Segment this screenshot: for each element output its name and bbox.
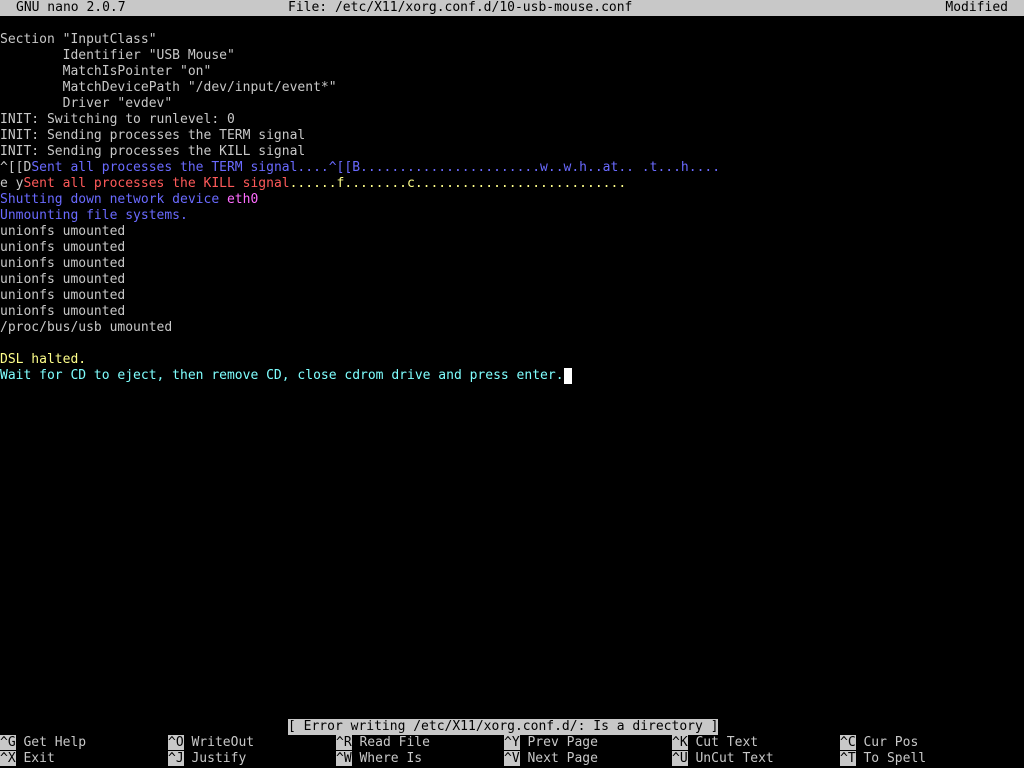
shortcut-key: ^K	[672, 735, 688, 750]
text-line: INIT: Sending processes the TERM signal	[0, 128, 306, 143]
unmount-message: Unmounting file systems.	[0, 208, 188, 223]
eject-prompt-line: Wait for CD to eject, then remove CD, cl…	[0, 368, 572, 384]
shortcut-next-page[interactable]: ^V Next Page	[504, 751, 598, 767]
escape-sequence: ^[[D	[0, 160, 32, 175]
text-line: Section "InputClass"	[0, 32, 157, 47]
unmount-line: unionfs umounted	[0, 224, 126, 239]
network-shutdown-line: Shutting down network device eth0	[0, 192, 258, 208]
shortcut-label: Prev Page	[527, 735, 598, 750]
shortcut-label: Exit	[23, 751, 55, 766]
shortcut-label: WriteOut	[191, 735, 255, 750]
text-line: MatchIsPointer "on"	[0, 64, 212, 79]
text-cursor	[563, 368, 572, 384]
shortcut-key: ^V	[504, 751, 520, 766]
term-signal-message: Sent all processes the TERM signal	[31, 160, 298, 175]
garbled-prefix: e y	[0, 176, 24, 191]
shortcut-writeout[interactable]: ^O WriteOut	[168, 735, 254, 751]
shortcut-to-spell[interactable]: ^T To Spell	[840, 751, 926, 767]
term-signal-line: ^[[DSent all processes the TERM signal..…	[0, 160, 720, 176]
shortcut-label: To Spell	[863, 751, 927, 766]
shortcut-label: Cut Text	[695, 735, 759, 750]
unmount-line: unionfs umounted	[0, 304, 126, 319]
halted-message: DSL halted.	[0, 352, 87, 367]
shortcut-label: Next Page	[527, 751, 598, 766]
shortcut-key: ^U	[672, 751, 688, 766]
status-message: [ Error writing /etc/X11/xorg.conf.d/: I…	[288, 719, 719, 735]
shortcut-justify[interactable]: ^J Justify	[168, 751, 246, 767]
shortcut-label: Justify	[191, 751, 247, 766]
unmount-line: /proc/bus/usb umounted	[0, 320, 173, 335]
text-line: INIT: Sending processes the KILL signal	[0, 144, 306, 159]
shortcut-key: ^Y	[504, 735, 520, 750]
text-line: INIT: Switching to runlevel: 0	[0, 112, 235, 127]
shortcut-key: ^R	[336, 735, 352, 750]
shortcut-label: Cur Pos	[863, 735, 919, 750]
shortcut-key: ^O	[168, 735, 184, 750]
shortcut-key: ^J	[168, 751, 184, 766]
unmount-line: unionfs umounted	[0, 256, 126, 271]
shortcut-label: Where Is	[359, 751, 423, 766]
kill-signal-line: e ySent all processes the KILL signal...…	[0, 176, 626, 192]
app-version: GNU nano 2.0.7	[16, 0, 126, 15]
shortcut-key: ^G	[0, 735, 16, 750]
shortcut-key: ^X	[0, 751, 16, 766]
shortcut-key: ^C	[840, 735, 856, 750]
file-name: File: /etc/X11/xorg.conf.d/10-usb-mouse.…	[288, 0, 633, 15]
modified-indicator: Modified	[945, 0, 1008, 15]
garbled-text: ......f........c........................…	[289, 176, 627, 191]
shortcut-label: Read File	[359, 735, 430, 750]
text-line: MatchDevicePath "/dev/input/event*"	[0, 80, 337, 95]
kill-signal-message: Sent all processes the KILL signal	[23, 176, 290, 191]
garbled-text: ....^[[B.......................w..w.h..a…	[297, 160, 721, 175]
shortcut-cut-text[interactable]: ^K Cut Text	[672, 735, 758, 751]
shortcut-key: ^W	[336, 751, 352, 766]
text-line: Identifier "USB Mouse"	[0, 48, 235, 63]
text-line: Driver "evdev"	[0, 96, 173, 111]
shortcut-uncut-text[interactable]: ^U UnCut Text	[672, 751, 774, 767]
network-device: eth0	[226, 192, 259, 207]
shortcut-label: UnCut Text	[695, 751, 774, 766]
shortcut-get-help[interactable]: ^G Get Help	[0, 735, 86, 751]
unmount-line: unionfs umounted	[0, 288, 126, 303]
eject-prompt: Wait for CD to eject, then remove CD, cl…	[0, 368, 564, 383]
shortcut-key: ^T	[840, 751, 856, 766]
shortcut-prev-page[interactable]: ^Y Prev Page	[504, 735, 598, 751]
shortcut-where-is[interactable]: ^W Where Is	[336, 751, 422, 767]
shortcut-cur-pos[interactable]: ^C Cur Pos	[840, 735, 918, 751]
network-message: Shutting down network device	[0, 192, 227, 207]
unmount-line: unionfs umounted	[0, 272, 126, 287]
shortcut-read-file[interactable]: ^R Read File	[336, 735, 430, 751]
title-bar: GNU nano 2.0.7 File: /etc/X11/xorg.conf.…	[0, 0, 1024, 16]
unmount-line: unionfs umounted	[0, 240, 126, 255]
shortcut-exit[interactable]: ^X Exit	[0, 751, 55, 767]
shortcut-label: Get Help	[23, 735, 87, 750]
